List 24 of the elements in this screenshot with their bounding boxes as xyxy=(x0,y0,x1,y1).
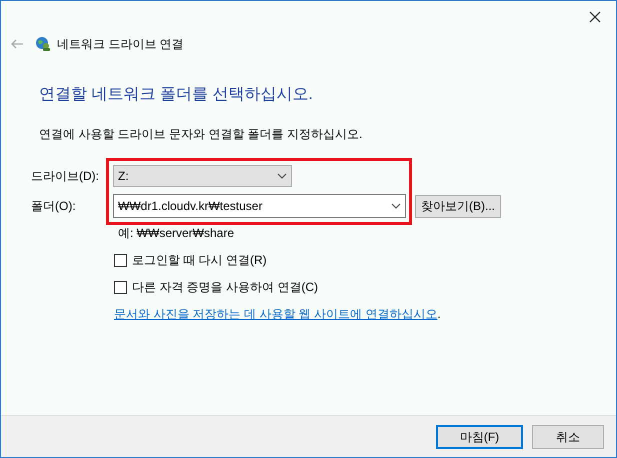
heading: 연결할 네트워크 폴더를 선택하십시오. xyxy=(39,85,314,105)
checkbox-label: 다른 자격 증명을 사용하여 연결(C) xyxy=(132,279,318,296)
folder-combo-box[interactable]: ₩₩dr1.cloudv.kr₩testuser xyxy=(113,194,406,218)
chevron-down-icon xyxy=(277,173,287,179)
window-title: 네트워크 드라이브 연결 xyxy=(57,36,184,53)
drive-value: Z: xyxy=(118,168,129,185)
drive-dropdown[interactable]: Z: xyxy=(113,165,292,187)
browse-button[interactable]: 찾아보기(B)... xyxy=(415,194,501,218)
drive-label: 드라이브(D): xyxy=(31,168,100,185)
folder-value: ₩₩dr1.cloudv.kr₩testuser xyxy=(118,198,262,215)
folder-label: 폴더(O): xyxy=(31,198,77,215)
example-text: 예: ₩₩server₩share xyxy=(118,225,236,242)
chevron-down-icon xyxy=(391,203,401,209)
close-icon xyxy=(589,11,601,23)
back-arrow-icon xyxy=(11,39,24,49)
checkbox[interactable] xyxy=(114,254,127,266)
finish-button[interactable]: 마침(F) xyxy=(436,424,523,448)
checkbox[interactable] xyxy=(114,280,127,294)
instruction-text: 연결에 사용할 드라이브 문자와 연결할 폴더를 지정하십시오. xyxy=(39,126,364,143)
cancel-button[interactable]: 취소 xyxy=(532,424,604,448)
checkbox-label: 로그인할 때 다시 연결(R) xyxy=(132,252,267,269)
web-site-link[interactable]: 문서와 사진을 저장하는 데 사용할 웹 사이트에 연결하십시오 xyxy=(114,305,438,323)
period-text: . xyxy=(437,306,441,323)
network-drive-icon xyxy=(35,36,51,52)
